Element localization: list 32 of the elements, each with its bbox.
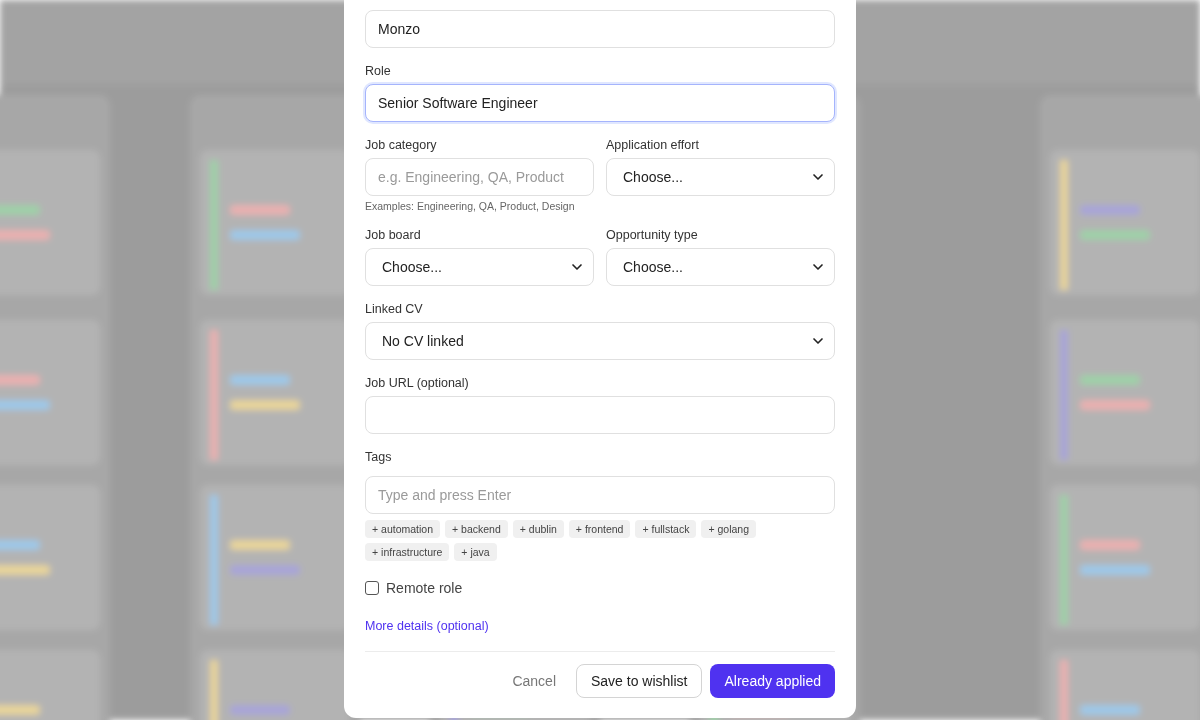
input-field[interactable]: Monzo — [365, 10, 835, 48]
tag-suggestion-chip[interactable]: + automation — [365, 520, 440, 538]
field-label: Application effort — [606, 137, 700, 154]
tag-suggestion-chip[interactable]: + golang — [701, 520, 756, 538]
secondary-button[interactable]: Save to wishlist — [576, 664, 703, 698]
field-label: Job board — [365, 227, 422, 244]
tag-suggestion-chip[interactable]: + infrastructure — [365, 543, 450, 561]
field-label: Tags — [365, 449, 393, 466]
input-field[interactable]: e.g. Engineering, QA, Product — [365, 158, 594, 196]
field-hint: Examples: Engineering, QA, Product, Design — [365, 200, 576, 212]
dropdown[interactable]: Choose... — [606, 158, 835, 196]
tag-suggestion-chip[interactable]: + java — [454, 543, 497, 561]
checkbox-label: Remote role — [386, 578, 463, 598]
tag-suggestion-chip[interactable]: + fullstack — [635, 520, 697, 538]
field-label: Job URL (optional) — [365, 375, 470, 392]
input-field[interactable] — [365, 396, 835, 434]
tags-input-field[interactable]: Type and press Enter — [365, 476, 835, 514]
dropdown[interactable]: Choose... — [606, 248, 835, 286]
field-label: Role — [365, 63, 392, 80]
field-label: Opportunity type — [606, 227, 699, 244]
cancel-button[interactable]: Cancel — [500, 664, 568, 698]
input-field[interactable]: Senior Software Engineer — [365, 84, 835, 122]
field-label: Linked CV — [365, 301, 424, 318]
checkbox[interactable] — [365, 581, 379, 595]
tag-suggestion-chip[interactable]: + dublin — [512, 520, 564, 538]
field-label: Job category — [365, 137, 438, 154]
tag-suggestion-chip[interactable]: + backend — [445, 520, 508, 538]
more-details-link[interactable]: More details (optional) — [365, 616, 489, 636]
tag-suggestion-chip[interactable]: + frontend — [568, 520, 631, 538]
dropdown[interactable]: No CV linked — [365, 322, 835, 360]
dropdown[interactable]: Choose... — [365, 248, 594, 286]
primary-button[interactable]: Already applied — [710, 664, 835, 698]
